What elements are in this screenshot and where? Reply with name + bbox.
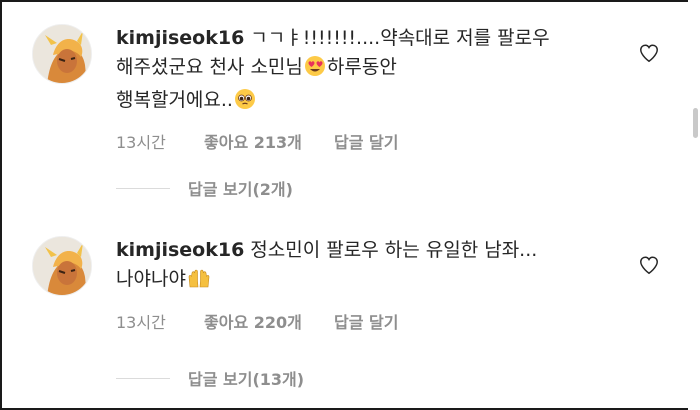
comment-likes-count[interactable]: 좋아요 213개 — [204, 129, 334, 153]
comment-text: kimjiseok16 정소민이 팔로우 하는 유일한 남좌... 나야나야 — [116, 236, 626, 298]
view-replies-button[interactable]: 답글 보기(2개) — [116, 176, 293, 200]
comment-text: kimjiseok16 ㄱㄱㅑ!!!!!!!....약속대로 저를 팔로우 해주셨… — [116, 24, 626, 119]
comment-meta: 13시간 좋아요 220개 답글 달기 — [116, 309, 626, 333]
raising-hands-emoji-icon — [187, 267, 211, 298]
avatar-image — [33, 25, 91, 83]
comment-username[interactable]: kimjiseok16 — [116, 27, 244, 49]
like-heart-icon[interactable] — [638, 254, 662, 278]
comment-meta: 13시간 좋아요 213개 답글 달기 — [116, 129, 626, 153]
view-replies-button[interactable]: 답글 보기(13개) — [116, 366, 304, 390]
avatar[interactable] — [32, 24, 92, 84]
comment-likes-count[interactable]: 좋아요 220개 — [204, 309, 334, 333]
reply-button[interactable]: 답글 달기 — [334, 309, 398, 333]
avatar-image — [33, 237, 91, 295]
pleading-face-emoji-icon — [234, 88, 256, 119]
comment-timestamp[interactable]: 13시간 — [116, 129, 204, 153]
reply-button[interactable]: 답글 달기 — [334, 129, 398, 153]
like-heart-icon[interactable] — [638, 42, 662, 66]
avatar[interactable] — [32, 236, 92, 296]
comment-body: kimjiseok16 정소민이 팔로우 하는 유일한 남좌... 나야나야 13… — [116, 236, 626, 333]
divider-line — [116, 377, 170, 379]
view-replies-label[interactable]: 답글 보기(2개) — [188, 176, 293, 200]
divider-line — [116, 187, 170, 189]
comment-timestamp[interactable]: 13시간 — [116, 309, 204, 333]
comment-username[interactable]: kimjiseok16 — [116, 239, 244, 261]
scrollbar-thumb[interactable] — [693, 108, 698, 138]
view-replies-label[interactable]: 답글 보기(13개) — [188, 366, 304, 390]
scrollbar[interactable] — [688, 0, 700, 410]
comment-body: kimjiseok16 ㄱㄱㅑ!!!!!!!....약속대로 저를 팔로우 해주셨… — [116, 24, 626, 153]
heart-eyes-emoji-icon — [304, 55, 326, 86]
